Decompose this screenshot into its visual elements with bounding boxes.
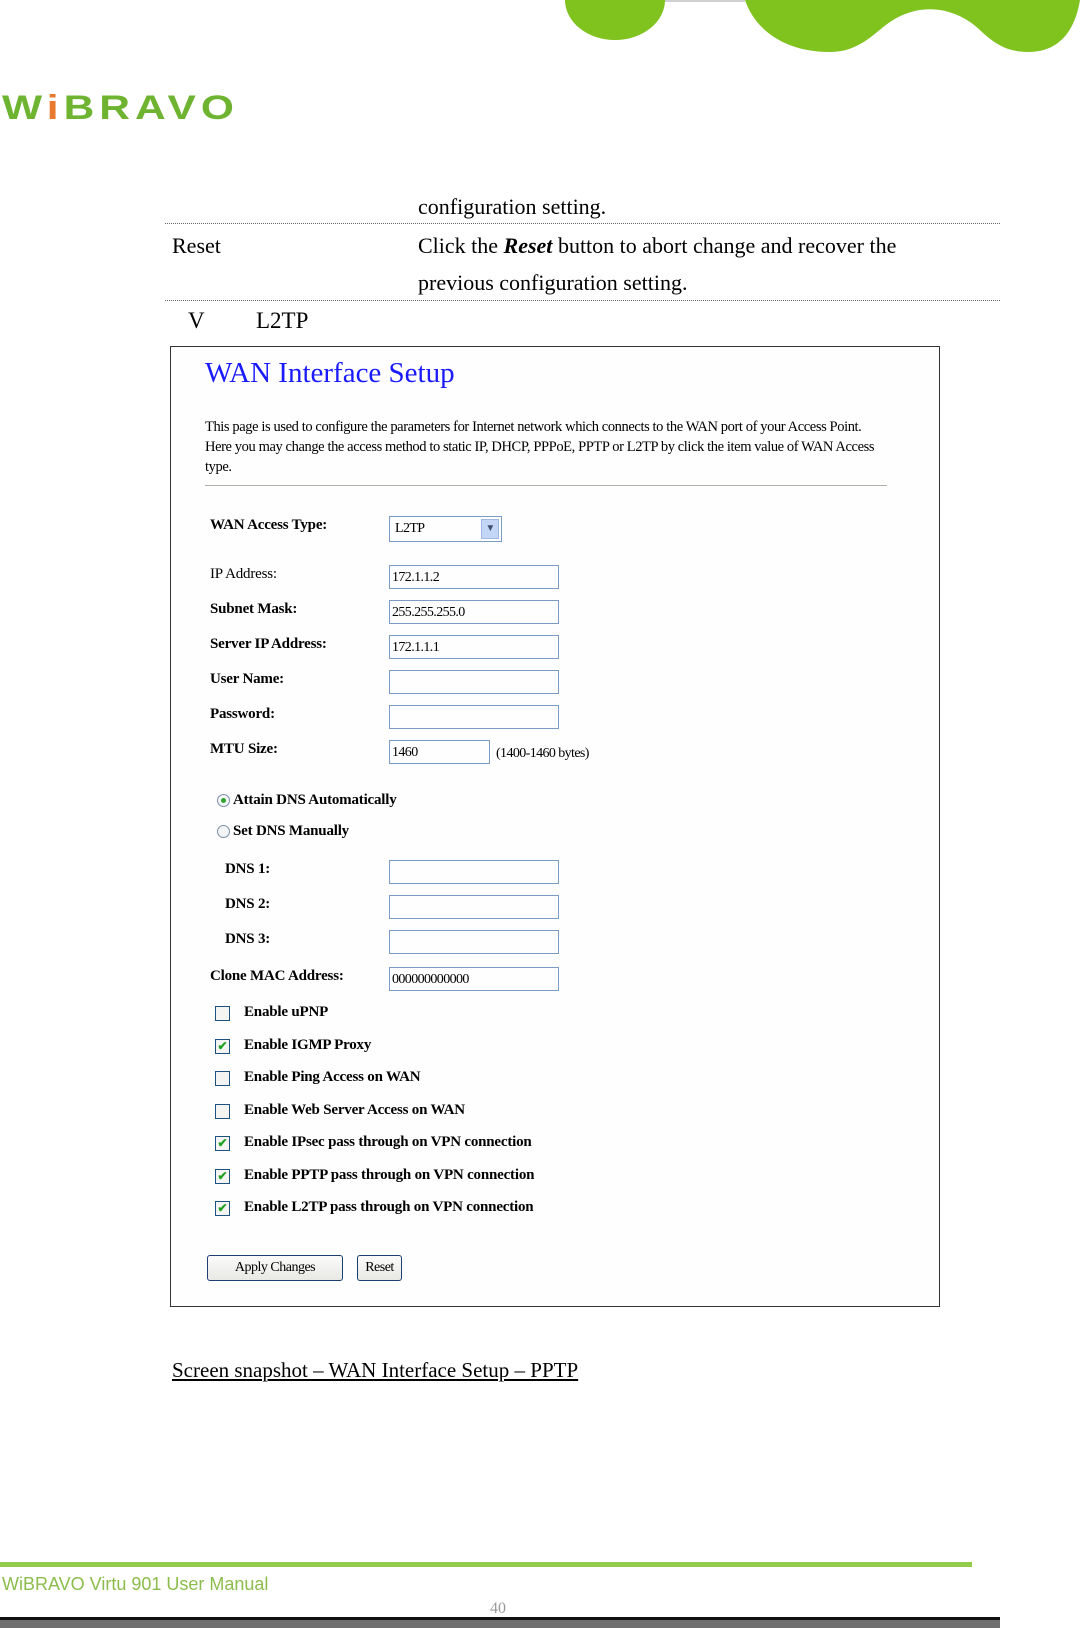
checkmark-icon: ✔ (217, 1201, 228, 1215)
manual-title: WiBRAVO Virtu 901 User Manual (2, 1574, 269, 1594)
password-label: Password: (210, 706, 275, 722)
dns1-label: DNS 1: (225, 861, 271, 877)
page-number: 40 (490, 1600, 506, 1617)
clone-mac-label: Clone MAC Address: (210, 968, 344, 984)
dns2-label: DNS 2: (225, 896, 271, 912)
attain-dns-auto-radio[interactable] (217, 794, 230, 807)
option-checkbox[interactable]: ✔ (215, 1201, 230, 1216)
table-divider (165, 300, 1000, 301)
chevron-down-icon[interactable]: ▼ (481, 519, 499, 539)
wibravo-logo: WiBRAVO (2, 89, 239, 127)
section-title: L2TP (256, 308, 309, 333)
checkmark-icon: ✔ (217, 1038, 228, 1053)
option-label: Enable Ping Access on WAN (244, 1069, 421, 1085)
wan-access-type-select[interactable]: L2TP ▼ (389, 516, 502, 542)
option-checkbox[interactable] (215, 1071, 230, 1086)
option-label: Enable IPsec pass through on VPN connect… (244, 1134, 532, 1150)
option-label: Enable IGMP Proxy (244, 1036, 372, 1053)
desc-emphasis: Reset (503, 233, 553, 258)
subnet-mask-label: Subnet Mask: (210, 601, 298, 617)
figure-caption: Screen snapshot – WAN Interface Setup – … (172, 1358, 579, 1382)
apply-changes-button[interactable]: Apply Changes (207, 1255, 343, 1281)
password-input[interactable] (389, 705, 559, 729)
dns3-input[interactable] (389, 930, 559, 954)
ip-address-input[interactable]: 172.1.1.2 (389, 565, 559, 589)
page-title: WAN Interface Setup (205, 357, 455, 389)
option-label: Enable L2TP pass through on VPN connecti… (244, 1199, 534, 1215)
header-decoration-blob (565, 0, 665, 40)
checkmark-icon: ✔ (217, 1136, 228, 1150)
reset-row-description: Click the Reset button to abort change a… (418, 233, 896, 259)
dns3-label: DNS 3: (225, 931, 271, 947)
option-label: Enable uPNP (244, 1004, 329, 1020)
checkmark-icon: ✔ (217, 1168, 228, 1183)
option-checkbox[interactable]: ✔ (215, 1168, 230, 1184)
server-ip-label: Server IP Address: (210, 636, 327, 652)
user-name-input[interactable] (389, 670, 559, 694)
set-dns-manually-radio[interactable] (217, 825, 230, 838)
dns2-input[interactable] (389, 895, 559, 919)
set-dns-manually-label: Set DNS Manually (233, 823, 349, 839)
logo-i: i (46, 89, 64, 127)
desc-text: button to abort change and recover the (552, 233, 897, 258)
prev-row-description-cont: configuration setting. (418, 194, 607, 219)
reset-button[interactable]: Reset (357, 1255, 402, 1281)
option-checkbox[interactable]: ✔ (215, 1038, 230, 1054)
footer-bar-shadow (0, 1620, 1000, 1628)
divider (205, 485, 887, 486)
header-decoration-wave (745, 0, 1080, 52)
wan-access-type-value: L2TP (395, 521, 425, 536)
section-bullet: V (188, 308, 205, 333)
mtu-size-hint: (1400-1460 bytes) (496, 746, 589, 761)
option-checkbox[interactable]: ✔ (215, 1136, 230, 1151)
clone-mac-input[interactable]: 000000000000 (389, 967, 559, 991)
table-divider (165, 223, 1000, 224)
mtu-size-input[interactable]: 1460 (389, 740, 490, 764)
option-checkbox[interactable] (215, 1006, 230, 1021)
wan-setup-screenshot: WAN Interface Setup This page is used to… (170, 346, 940, 1307)
option-checkbox[interactable] (215, 1103, 230, 1119)
logo-w: W (2, 89, 47, 127)
option-label: Enable Web Server Access on WAN (244, 1101, 465, 1118)
reset-row-description-line2: previous configuration setting. (418, 270, 688, 295)
logo-bravo: BRAVO (63, 89, 239, 127)
desc-text: Click the (418, 233, 504, 258)
page-description: This page is used to configure the param… (205, 419, 875, 475)
wan-access-type-label: WAN Access Type: (210, 517, 328, 533)
subnet-mask-input[interactable]: 255.255.255.0 (389, 600, 559, 624)
user-name-label: User Name: (210, 671, 284, 687)
header-rule (660, 0, 745, 2)
server-ip-input[interactable]: 172.1.1.1 (389, 635, 559, 659)
option-label: Enable PPTP pass through on VPN connecti… (244, 1166, 535, 1183)
footer-rule (0, 1562, 972, 1567)
attain-dns-auto-label: Attain DNS Automatically (233, 792, 397, 808)
dns1-input[interactable] (389, 860, 559, 884)
reset-row-term: Reset (172, 233, 221, 258)
ip-address-label: IP Address: (210, 566, 277, 582)
mtu-size-label: MTU Size: (210, 741, 278, 757)
